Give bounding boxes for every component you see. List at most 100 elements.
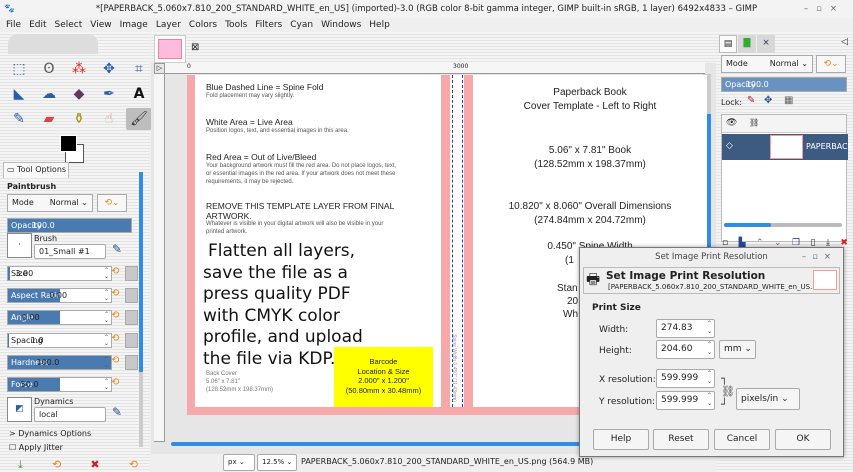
help-button[interactable]: Help xyxy=(593,429,649,450)
dock-menu-icon[interactable]: ◁ xyxy=(841,37,848,47)
link-to-brush-default-button[interactable] xyxy=(125,333,138,348)
width-input[interactable]: 274.83 ⌃ ⌄ xyxy=(656,319,715,338)
slider-size[interactable]: Size3.00 ⌃ ⌄ xyxy=(7,266,112,281)
menu-tools[interactable]: Tools xyxy=(225,18,247,32)
toolbox-dock: ⬚ ʘ ⁂ ✥ ⌗ ◣ ☁ ◆ ✒ A ✎ ▰ ⚱ ☝ 🖌 ▭ Tool Opt… xyxy=(0,32,152,472)
apply-jitter-checkbox[interactable]: ☐ Apply Jitter xyxy=(9,442,63,453)
print-size-heading: Print Size xyxy=(592,303,641,313)
window-controls[interactable]: –▫× xyxy=(804,0,845,18)
cancel-button[interactable]: Cancel xyxy=(714,429,770,450)
lock-position-icon[interactable]: ✥ xyxy=(764,95,772,106)
edit-brush-icon[interactable]: ✎ xyxy=(112,242,122,256)
dynamics-options-expander[interactable]: > Dynamics Options xyxy=(9,429,91,438)
dialog-window-controls[interactable]: –▫× xyxy=(802,248,837,266)
slider-angle[interactable]: Angle0.00 ⌃ ⌄ xyxy=(7,310,112,325)
chain-link-toggle-icon[interactable]: ┐ ⛓ ┘ xyxy=(721,372,735,411)
composite-mode-select[interactable]: ⟲⌄ xyxy=(816,55,846,73)
menu-edit[interactable]: Edit xyxy=(29,18,46,32)
size-unit-select[interactable]: mm ⌄ xyxy=(719,340,756,359)
tab-layers[interactable]: ▤ xyxy=(719,35,737,53)
unit-select[interactable]: px ⌄ xyxy=(223,454,255,471)
smudge-tool-icon[interactable]: ☝ xyxy=(96,108,122,130)
link-to-brush-default-button[interactable] xyxy=(125,355,138,370)
zoom-select[interactable]: 12.5% ⌄ xyxy=(257,454,297,471)
layer-mode-select[interactable]: Mode Normal ⌄ xyxy=(721,55,813,73)
menu-cyan[interactable]: Cyan xyxy=(290,18,313,32)
menu-select[interactable]: Select xyxy=(55,18,83,32)
tab-channels[interactable]: ▇ xyxy=(738,35,756,53)
flip-tool-icon[interactable]: ◆ xyxy=(66,83,92,105)
link-to-brush-default-button[interactable] xyxy=(125,288,138,303)
menu-view[interactable]: View xyxy=(90,18,111,32)
dynamics-icon[interactable]: ◩ xyxy=(7,397,32,422)
height-input[interactable]: 204.60 ⌃ ⌄ xyxy=(656,340,715,359)
menu-bar: File Edit Select View Image Layer Colors… xyxy=(0,18,853,32)
ok-button[interactable]: OK xyxy=(775,429,831,450)
paintbrush-tool-icon[interactable]: 🖌 xyxy=(126,108,152,130)
x-resolution-input[interactable]: 599.999 ⌃ ⌄ xyxy=(656,369,715,388)
delete-preset-icon[interactable]: ✖ xyxy=(90,458,99,472)
layers-hscrollbar[interactable] xyxy=(724,223,842,227)
close-image-tab-icon[interactable]: ⊠ xyxy=(191,42,199,53)
layer-row-selected[interactable]: ◇ PAPERBACK xyxy=(722,134,853,160)
fuzzy-select-tool-icon[interactable]: ⁂ xyxy=(66,58,92,80)
text-tool-icon[interactable]: A xyxy=(126,83,152,105)
reset-angle-icon[interactable]: ⟲ xyxy=(111,310,119,321)
lasso-tool-icon[interactable]: ʘ xyxy=(36,58,62,80)
image-preview-thumbnail xyxy=(813,270,837,290)
color-picker-tool-icon[interactable]: ✎ xyxy=(6,108,32,130)
reset-force-icon[interactable]: ⟲ xyxy=(111,377,119,388)
lock-alpha-icon[interactable]: ▦ xyxy=(784,95,793,106)
opacity-slider[interactable]: Opacity100.0 xyxy=(7,218,132,233)
menu-filters[interactable]: Filters xyxy=(255,18,282,32)
transform-tool-icon[interactable]: ◣ xyxy=(6,83,32,105)
eraser-tool-icon[interactable]: ▰ xyxy=(36,108,62,130)
restore-preset-icon[interactable]: ⟲ xyxy=(52,458,61,472)
reset-spacing-icon[interactable]: ⟲ xyxy=(111,333,119,344)
menu-help[interactable]: Help xyxy=(369,18,390,32)
reset-hardness-icon[interactable]: ⟲ xyxy=(111,355,119,366)
mode-select[interactable]: Mode Normal ⌄ xyxy=(7,194,93,212)
resolution-unit-select[interactable]: pixels/in ⌄ xyxy=(736,388,800,410)
brush-preview[interactable]: · xyxy=(7,233,32,258)
clone-tool-icon[interactable]: ⚱ xyxy=(66,108,92,130)
slider-force[interactable]: Force50.0 ⌃ ⌄ xyxy=(7,377,112,392)
tab-paths[interactable]: ⨯ xyxy=(757,35,775,53)
slider-hardness[interactable]: Hardness100.0 ⌃ ⌄ xyxy=(7,355,112,370)
layer-opacity-slider[interactable]: Opacity100.0 xyxy=(721,77,847,92)
reset-aspect-ratio-icon[interactable]: ⟲ xyxy=(111,288,119,299)
reset-button[interactable]: Reset xyxy=(653,429,709,450)
menu-layer[interactable]: Layer xyxy=(156,18,181,32)
menu-colors[interactable]: Colors xyxy=(189,18,217,32)
move-tool-icon[interactable]: ✥ xyxy=(96,58,122,80)
slider-spacing[interactable]: Spacing1.0 ⌃ ⌄ xyxy=(7,333,112,348)
menu-file[interactable]: File xyxy=(6,18,21,32)
quick-mask-toggle[interactable]: ▷ xyxy=(154,63,165,74)
dynamics-field[interactable]: local xyxy=(34,407,106,422)
link-to-brush-default-button[interactable] xyxy=(125,310,138,325)
foreground-color-swatch[interactable] xyxy=(60,135,77,152)
save-preset-icon[interactable]: ⤓ xyxy=(18,458,23,472)
warp-tool-icon[interactable]: ☁ xyxy=(36,83,62,105)
reset-defaults-icon[interactable]: ⟲ xyxy=(129,458,138,472)
horizontal-ruler: 0 3000 xyxy=(165,63,705,74)
reset-size-icon[interactable]: ⟲ xyxy=(111,266,119,277)
lock-pixels-icon[interactable]: ✎ xyxy=(747,95,755,106)
paths-tool-icon[interactable]: ✒ xyxy=(96,83,122,105)
menu-image[interactable]: Image xyxy=(120,18,148,32)
wilber-logo xyxy=(8,34,98,54)
layer-visibility-icon[interactable]: ◇ xyxy=(726,141,733,151)
tool-options-scrollbar[interactable] xyxy=(139,172,143,447)
edit-dynamics-icon[interactable]: ✎ xyxy=(112,405,122,419)
vertical-ruler xyxy=(154,74,165,442)
brush-name-field[interactable]: 01_Small #1 xyxy=(34,244,106,259)
image-tab-thumbnail[interactable] xyxy=(154,35,186,63)
paint-mode-reset-select[interactable]: ⟲⌄ xyxy=(97,194,127,212)
y-resolution-input[interactable]: 599.999 ⌃ ⌄ xyxy=(656,391,715,410)
link-to-brush-default-button[interactable] xyxy=(125,266,138,281)
crop-tool-icon[interactable]: ⌗ xyxy=(126,58,152,80)
slider-aspect-ratio[interactable]: Aspect Ratio0.00 ⌃ ⌄ xyxy=(7,288,112,303)
rect-select-tool-icon[interactable]: ⬚ xyxy=(6,58,32,80)
menu-windows[interactable]: Windows xyxy=(321,18,361,32)
tab-tool-options[interactable]: ▭ Tool Options xyxy=(3,162,69,178)
